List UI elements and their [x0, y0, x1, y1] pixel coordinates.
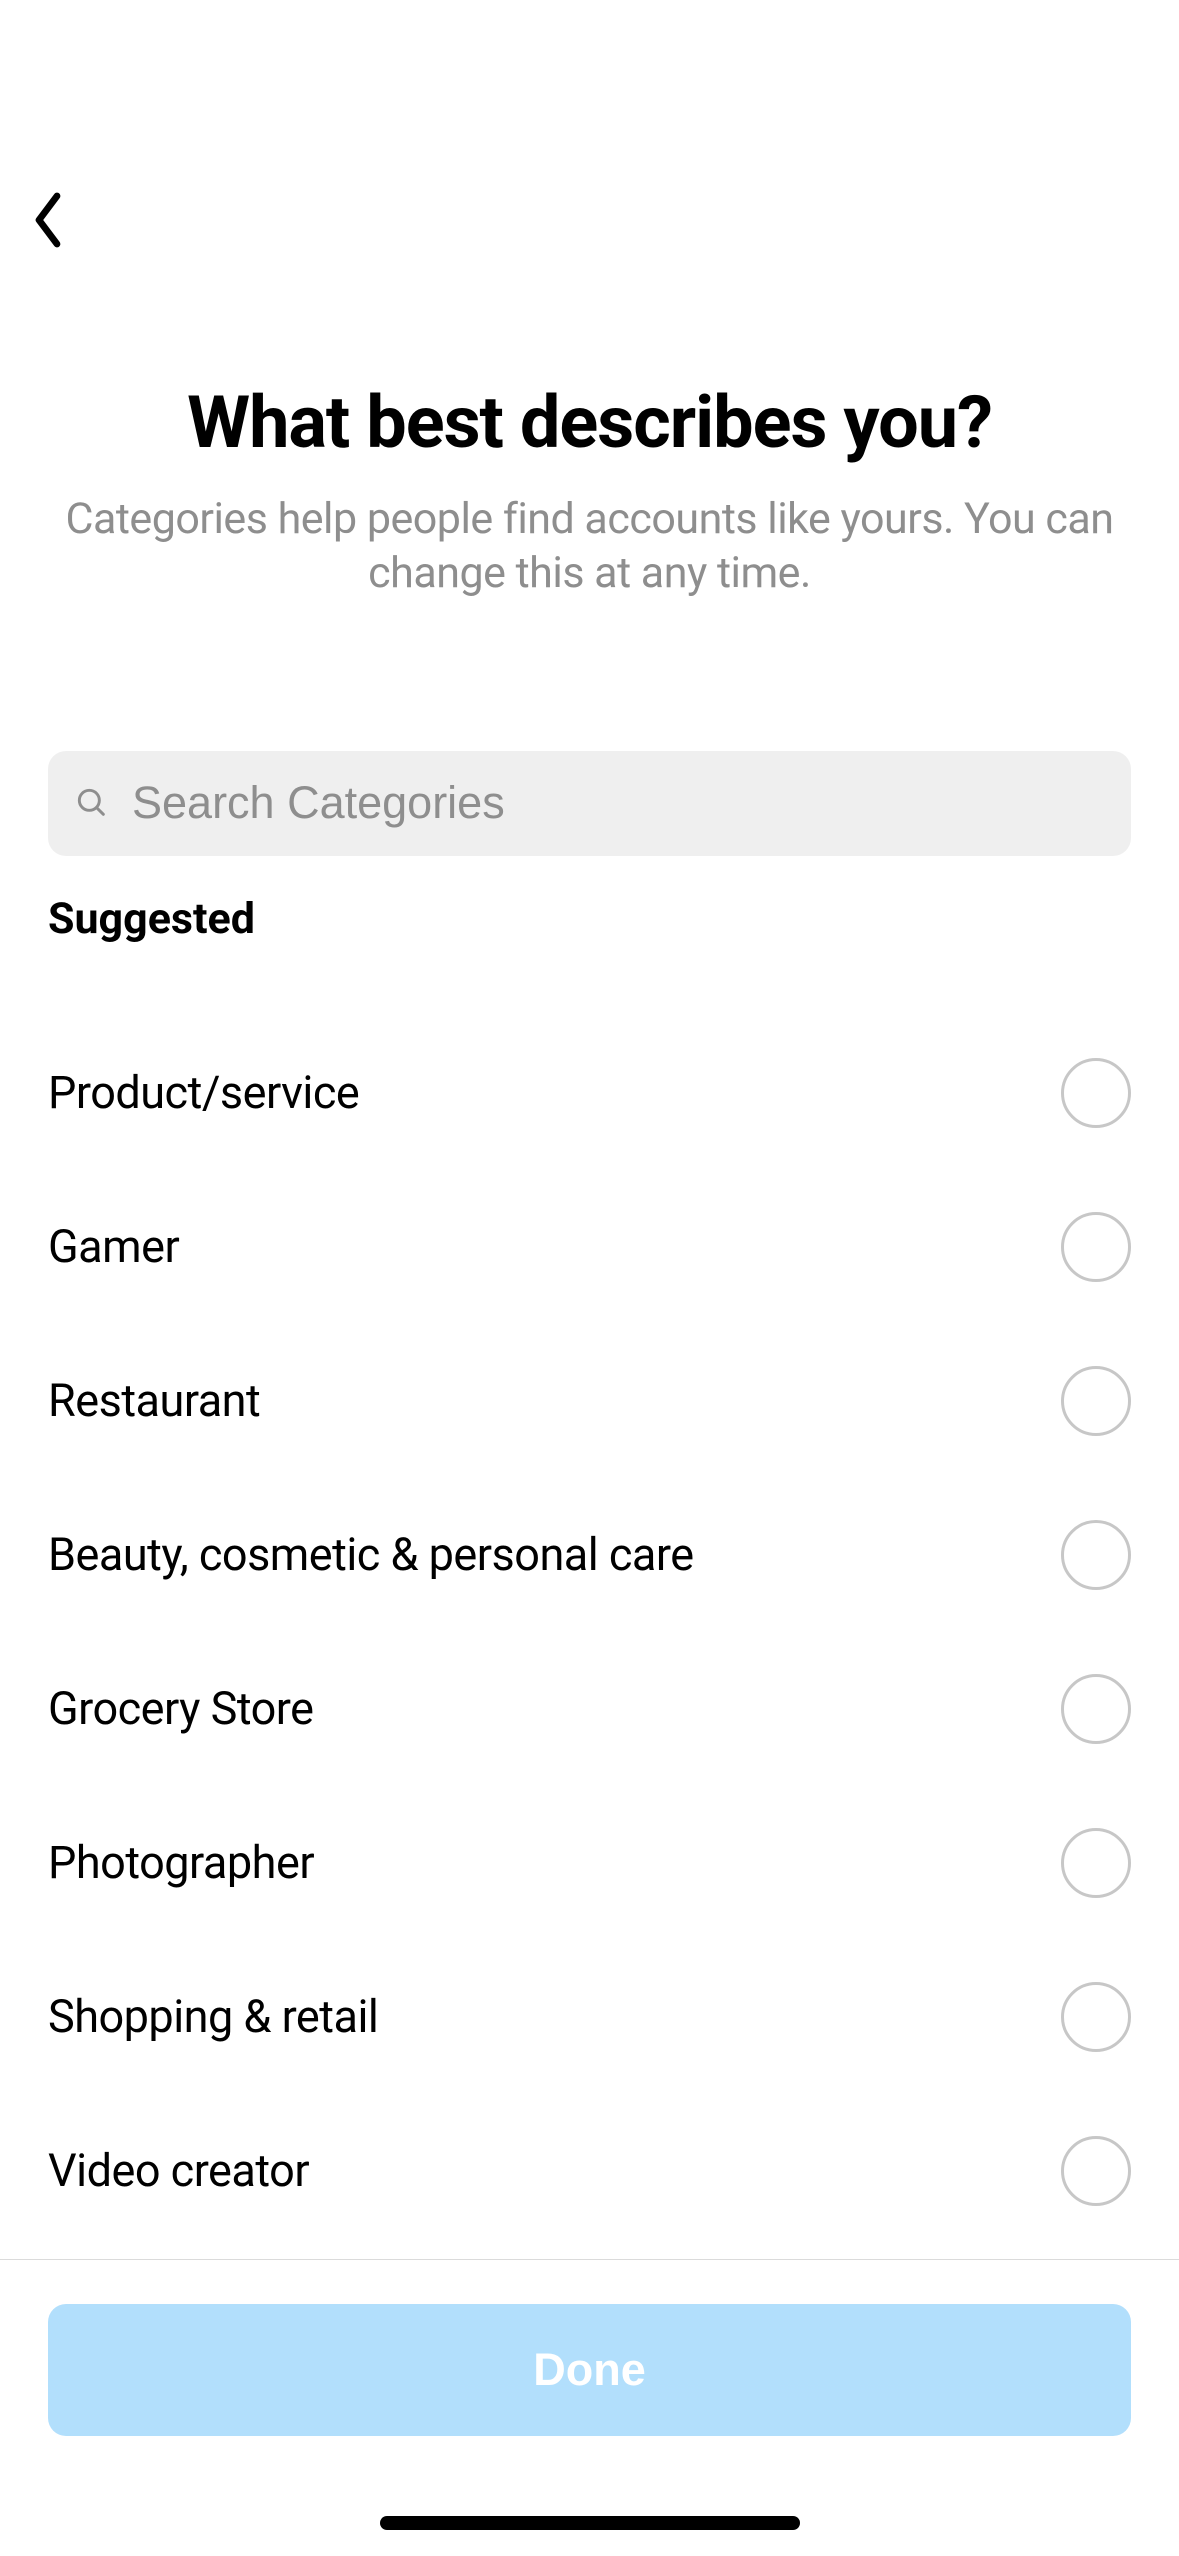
radio-unchecked[interactable]: [1061, 1212, 1131, 1282]
home-indicator[interactable]: [380, 2516, 800, 2530]
done-button[interactable]: Done: [48, 2304, 1131, 2436]
back-button[interactable]: [30, 190, 90, 250]
category-label: Video creator: [48, 2144, 309, 2197]
category-label: Grocery Store: [48, 1682, 314, 1735]
search-box[interactable]: [48, 751, 1131, 856]
page-title: What best describes you?: [48, 380, 1131, 465]
radio-unchecked[interactable]: [1061, 1828, 1131, 1898]
category-item-grocery[interactable]: Grocery Store: [48, 1632, 1131, 1786]
category-label: Shopping & retail: [48, 1990, 378, 2043]
category-label: Restaurant: [48, 1374, 260, 1427]
radio-unchecked[interactable]: [1061, 1366, 1131, 1436]
radio-unchecked[interactable]: [1061, 2136, 1131, 2206]
radio-unchecked[interactable]: [1061, 1058, 1131, 1128]
category-list: Product/service Gamer Restaurant Beauty,…: [0, 1016, 1179, 2248]
chevron-left-icon: [30, 190, 66, 250]
category-item-shopping[interactable]: Shopping & retail: [48, 1940, 1131, 2094]
category-item-beauty[interactable]: Beauty, cosmetic & personal care: [48, 1478, 1131, 1632]
category-label: Beauty, cosmetic & personal care: [48, 1528, 694, 1581]
category-item-video-creator[interactable]: Video creator: [48, 2094, 1131, 2248]
category-item-photographer[interactable]: Photographer: [48, 1786, 1131, 1940]
search-icon: [76, 787, 108, 819]
radio-unchecked[interactable]: [1061, 1982, 1131, 2052]
category-item-gamer[interactable]: Gamer: [48, 1170, 1131, 1324]
page-subtitle: Categories help people find accounts lik…: [48, 493, 1131, 601]
radio-unchecked[interactable]: [1061, 1674, 1131, 1744]
category-label: Product/service: [48, 1066, 359, 1119]
category-label: Photographer: [48, 1836, 314, 1889]
category-item-restaurant[interactable]: Restaurant: [48, 1324, 1131, 1478]
section-header-suggested: Suggested: [0, 856, 1179, 944]
search-input[interactable]: [132, 777, 1103, 829]
category-label: Gamer: [48, 1220, 179, 1273]
radio-unchecked[interactable]: [1061, 1520, 1131, 1590]
category-item-product-service[interactable]: Product/service: [48, 1016, 1131, 1170]
